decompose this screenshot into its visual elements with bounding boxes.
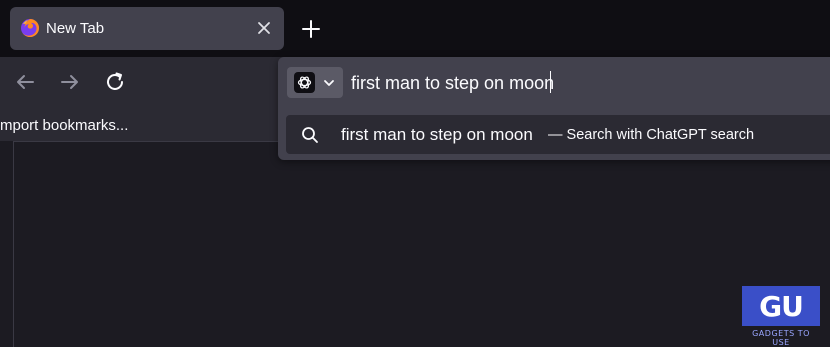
chatgpt-icon <box>294 72 315 93</box>
chevron-down-icon <box>321 75 337 91</box>
gadgets-to-use-logo: GU <box>742 286 820 326</box>
search-icon <box>300 125 320 145</box>
suggestion-action: — Search with ChatGPT search <box>548 127 755 143</box>
urlbar-dropdown: first man to step on moon — Search with … <box>278 57 830 160</box>
plus-icon[interactable] <box>299 17 323 41</box>
watermark-logo: GU GADGETS TO USE <box>742 286 820 347</box>
text-caret <box>550 71 551 93</box>
close-icon[interactable] <box>254 18 274 38</box>
arrow-left-icon[interactable] <box>12 69 38 95</box>
page-content <box>0 141 830 347</box>
watermark-text: GADGETS TO USE <box>752 329 810 347</box>
firefox-icon <box>20 18 40 38</box>
arrow-right-icon[interactable] <box>57 69 83 95</box>
suggestion-query: first man to step on moon <box>341 125 533 144</box>
import-bookmarks-link[interactable]: mport bookmarks... <box>0 117 128 134</box>
address-bar-input[interactable] <box>351 69 821 97</box>
search-suggestion-row[interactable]: first man to step on moon — Search with … <box>286 115 830 154</box>
tab-strip: New Tab <box>0 0 830 57</box>
tab-new-tab[interactable]: New Tab <box>10 7 284 50</box>
search-engine-button[interactable] <box>287 67 343 98</box>
reload-icon[interactable] <box>102 69 128 95</box>
tab-title: New Tab <box>46 20 105 37</box>
content-frame <box>13 141 830 347</box>
